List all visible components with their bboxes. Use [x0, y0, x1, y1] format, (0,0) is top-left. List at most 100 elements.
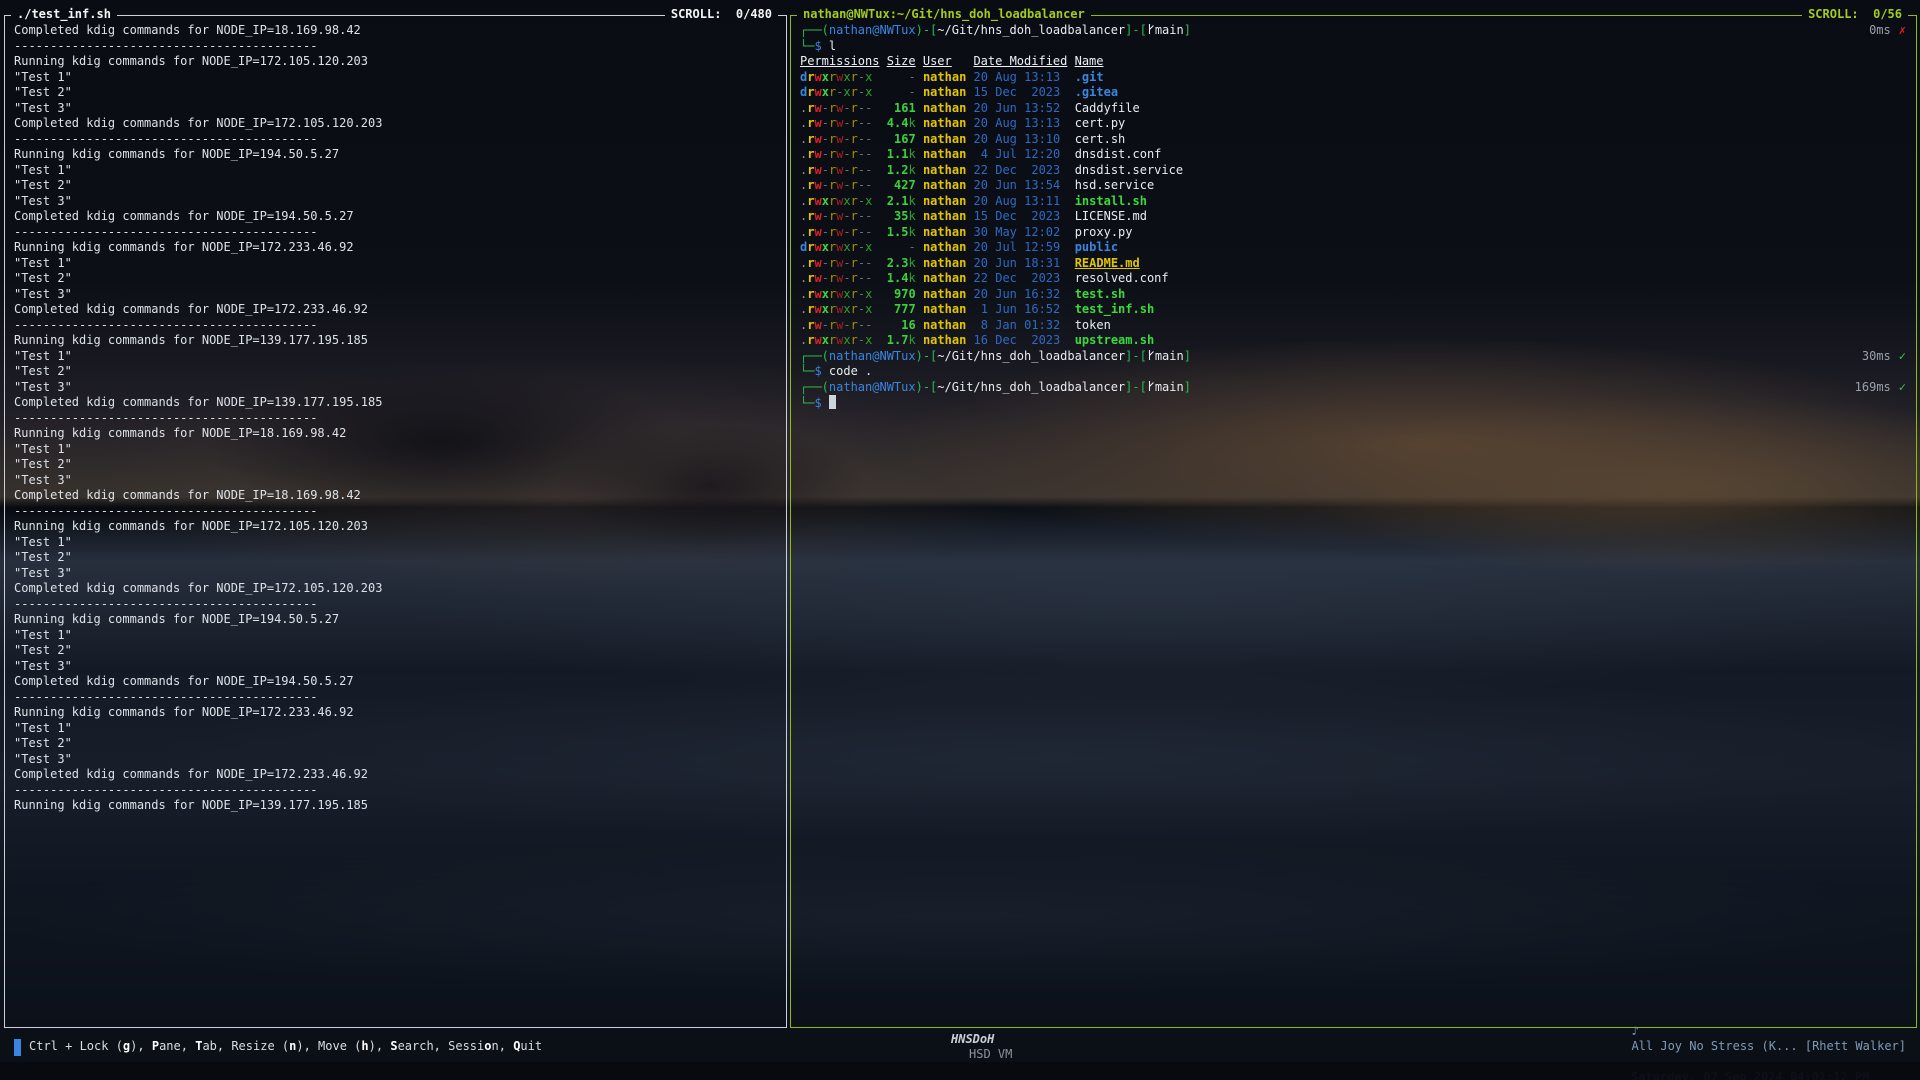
ls-header-row: Permissions Size User Date Modified Name	[800, 54, 1910, 70]
border-segment	[1091, 15, 1802, 16]
left-pane-title: ./test_inf.sh	[11, 7, 117, 23]
ls-file-row: .rw-rw-r-- 4.4k nathan 20 Aug 13:13 cert…	[800, 116, 1910, 132]
ls-file-row: .rw-rw-r-- 1.2k nathan 22 Dec 2023 dnsdi…	[800, 163, 1910, 179]
terminal-line: "Test 1"	[14, 721, 780, 737]
ls-file-row: .rwxrwxr-x 777 nathan 1 Jun 16:52 test_i…	[800, 302, 1910, 318]
ls-file-row: .rw-rw-r-- 2.3k nathan 20 Jun 18:31 READ…	[800, 256, 1910, 272]
command-timing: 0ms✗	[1869, 23, 1906, 39]
terminal-line: Running kdig commands for NODE_IP=172.10…	[14, 519, 780, 535]
terminal-line: "Test 1"	[14, 349, 780, 365]
terminal-line: "Test 2"	[14, 457, 780, 473]
terminal-line: Completed kdig commands for NODE_IP=139.…	[14, 395, 780, 411]
terminal-line: ----------------------------------------…	[14, 504, 780, 520]
hint-text: uit	[520, 1039, 542, 1053]
file-name: .git	[1075, 70, 1104, 84]
keybinding-hints: Ctrl + Lock (g), Pane, Tab, Resize (n), …	[29, 1039, 542, 1055]
border-segment	[790, 15, 797, 16]
ls-file-row: .rwxrwxr-x 2.1k nathan 20 Aug 13:11 inst…	[800, 194, 1910, 210]
terminal-line: "Test 1"	[14, 535, 780, 551]
ls-file-row: drwxr-xr-x - nathan 15 Dec 2023 .gitea	[800, 85, 1910, 101]
status-bar: Ctrl + Lock (g), Pane, Tab, Resize (n), …	[0, 1032, 1920, 1062]
terminal-line: ----------------------------------------…	[14, 690, 780, 706]
ls-file-row: .rw-rw-r-- 1.1k nathan 4 Jul 12:20 dnsdi…	[800, 147, 1910, 163]
shell-prompt-line: ┌──(nathan@NWTux)-[~/Git/hns_doh_loadbal…	[800, 23, 1910, 39]
right-pane[interactable]: nathan@NWTux:~/Git/hns_doh_loadbalancer …	[790, 15, 1917, 1028]
now-playing-text: All Joy No Stress (K... [Rhett Walker]	[1631, 1039, 1906, 1053]
host-label: HSD VM	[969, 1047, 1012, 1061]
ls-file-row: .rw-rw-r-- 167 nathan 20 Aug 13:10 cert.…	[800, 132, 1910, 148]
right-pane-title: nathan@NWTux:~/Git/hns_doh_loadbalancer	[797, 7, 1091, 23]
terminal-line: "Test 2"	[14, 271, 780, 287]
ls-file-row: drwxrwxr-x - nathan 20 Jul 12:59 public	[800, 240, 1910, 256]
terminal-line: ----------------------------------------…	[14, 39, 780, 55]
terminal-line: "Test 3"	[14, 194, 780, 210]
file-name: .gitea	[1075, 85, 1118, 99]
terminal-line: Completed kdig commands for NODE_IP=172.…	[14, 116, 780, 132]
terminal-line: Completed kdig commands for NODE_IP=172.…	[14, 302, 780, 318]
terminal-cursor	[829, 395, 836, 409]
file-name: resolved.conf	[1075, 271, 1169, 285]
shell-command-line: └─$ l	[800, 39, 1910, 55]
terminal-line: "Test 3"	[14, 566, 780, 582]
terminal-line: "Test 3"	[14, 659, 780, 675]
file-name: proxy.py	[1075, 225, 1133, 239]
file-name: cert.sh	[1075, 132, 1126, 146]
right-pane-scroll-indicator: SCROLL: 0/56	[1802, 7, 1908, 23]
terminal-line: "Test 1"	[14, 70, 780, 86]
ls-file-row: .rw-rw-r-- 35k nathan 15 Dec 2023 LICENS…	[800, 209, 1910, 225]
terminal-line: Completed kdig commands for NODE_IP=172.…	[14, 581, 780, 597]
terminal-line: "Test 3"	[14, 287, 780, 303]
terminal-line: Running kdig commands for NODE_IP=172.23…	[14, 705, 780, 721]
terminal-line: "Test 3"	[14, 380, 780, 396]
shell-command-line: └─$ code .	[800, 364, 1910, 380]
terminal-screen: ./test_inf.sh SCROLL: 0/480 Completed kd…	[0, 0, 1920, 1080]
terminal-line: "Test 2"	[14, 643, 780, 659]
bottom-strip	[0, 1062, 1920, 1080]
hint-text: ab, Resize (	[202, 1039, 289, 1053]
right-pane-shell[interactable]: ┌──(nathan@NWTux)-[~/Git/hns_doh_loadbal…	[800, 23, 1910, 1023]
ls-file-row: .rw-rw-r-- 1.5k nathan 30 May 12:02 prox…	[800, 225, 1910, 241]
ls-file-row: .rw-rw-r-- 161 nathan 20 Jun 13:52 Caddy…	[800, 101, 1910, 117]
terminal-line: "Test 1"	[14, 442, 780, 458]
file-name: test.sh	[1075, 287, 1126, 301]
terminal-line: "Test 2"	[14, 364, 780, 380]
terminal-line: "Test 2"	[14, 550, 780, 566]
terminal-line: Running kdig commands for NODE_IP=172.10…	[14, 54, 780, 70]
ls-file-row: .rw-rw-r-- 427 nathan 20 Jun 13:54 hsd.s…	[800, 178, 1910, 194]
terminal-line: "Test 1"	[14, 256, 780, 272]
terminal-line: "Test 1"	[14, 628, 780, 644]
hint-text: ), Move (	[296, 1039, 361, 1053]
right-pane-titlebar: nathan@NWTux:~/Git/hns_doh_loadbalancer …	[790, 7, 1917, 23]
border-segment	[117, 15, 665, 16]
border-segment	[4, 15, 11, 16]
hint-key: P	[152, 1039, 159, 1053]
terminal-line: Completed kdig commands for NODE_IP=172.…	[14, 767, 780, 783]
file-name: hsd.service	[1075, 178, 1154, 192]
hint-key: o	[484, 1039, 491, 1053]
terminal-line: Running kdig commands for NODE_IP=139.17…	[14, 333, 780, 349]
file-name: test_inf.sh	[1075, 302, 1154, 316]
music-note-icon: ♪	[1631, 1024, 1638, 1038]
file-name: dnsdist.conf	[1075, 147, 1162, 161]
terminal-line: "Test 3"	[14, 752, 780, 768]
terminal-line: Completed kdig commands for NODE_IP=194.…	[14, 674, 780, 690]
terminal-line: Running kdig commands for NODE_IP=194.50…	[14, 147, 780, 163]
left-pane[interactable]: ./test_inf.sh SCROLL: 0/480 Completed kd…	[4, 15, 787, 1028]
ls-file-row: .rw-rw-r-- 16 nathan 8 Jan 01:32 token	[800, 318, 1910, 334]
ls-file-row: .rw-rw-r-- 1.4k nathan 22 Dec 2023 resol…	[800, 271, 1910, 287]
hint-key: S	[390, 1039, 397, 1053]
file-name: Caddyfile	[1075, 101, 1140, 115]
border-segment	[778, 15, 787, 16]
shell-command-line: └─$	[800, 395, 1910, 411]
terminal-line: "Test 1"	[14, 163, 780, 179]
shell-prompt-line: ┌──(nathan@NWTux)-[~/Git/hns_doh_loadbal…	[800, 349, 1910, 365]
ls-file-row: drwxrwxr-x - nathan 20 Aug 13:13 .git	[800, 70, 1910, 86]
terminal-line: Running kdig commands for NODE_IP=194.50…	[14, 612, 780, 628]
left-pane-output[interactable]: Completed kdig commands for NODE_IP=18.1…	[14, 23, 780, 1023]
ls-file-row: .rwxrwxr-x 1.7k nathan 16 Dec 2023 upstr…	[800, 333, 1910, 349]
file-name: install.sh	[1075, 194, 1147, 208]
file-name: token	[1075, 318, 1111, 332]
terminal-line: Completed kdig commands for NODE_IP=18.1…	[14, 488, 780, 504]
command-timing: 169ms✓	[1855, 380, 1906, 396]
terminal-line: "Test 2"	[14, 178, 780, 194]
